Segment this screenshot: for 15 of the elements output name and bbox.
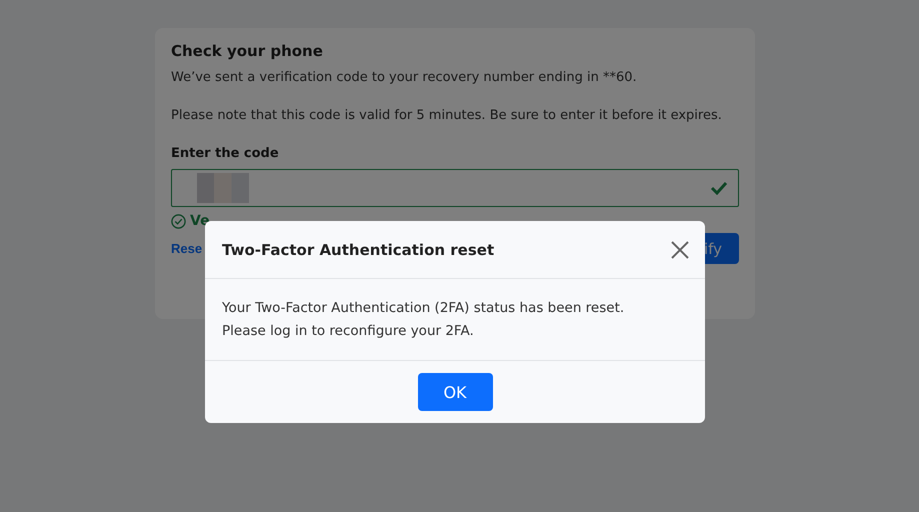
check-icon	[710, 181, 728, 195]
code-input-field[interactable]	[171, 169, 739, 207]
dialog-text: Please log in to reconfigure your 2FA.	[222, 322, 475, 341]
dialog-text: Your Two-Factor Authentication (2FA) status has been reset.	[222, 299, 626, 318]
resend-link[interactable]: Rese	[171, 241, 202, 256]
status-text: Ve	[190, 213, 210, 229]
ok-button[interactable]: OK	[418, 373, 492, 411]
field-label: Enter the code	[171, 146, 280, 161]
card-title: Check your phone	[171, 42, 324, 60]
note-text: Please note that this code is valid for 5 minutes. Be sure to enter it before it expires.	[171, 107, 723, 125]
close-icon[interactable]	[671, 240, 689, 258]
dialog-title: Two-Factor Authentication reset	[222, 240, 494, 258]
message-text: We’ve sent a verification code to your recovery number ending in **60.	[171, 69, 638, 87]
blurred-code	[197, 173, 249, 203]
check-circle-icon	[171, 214, 186, 228]
